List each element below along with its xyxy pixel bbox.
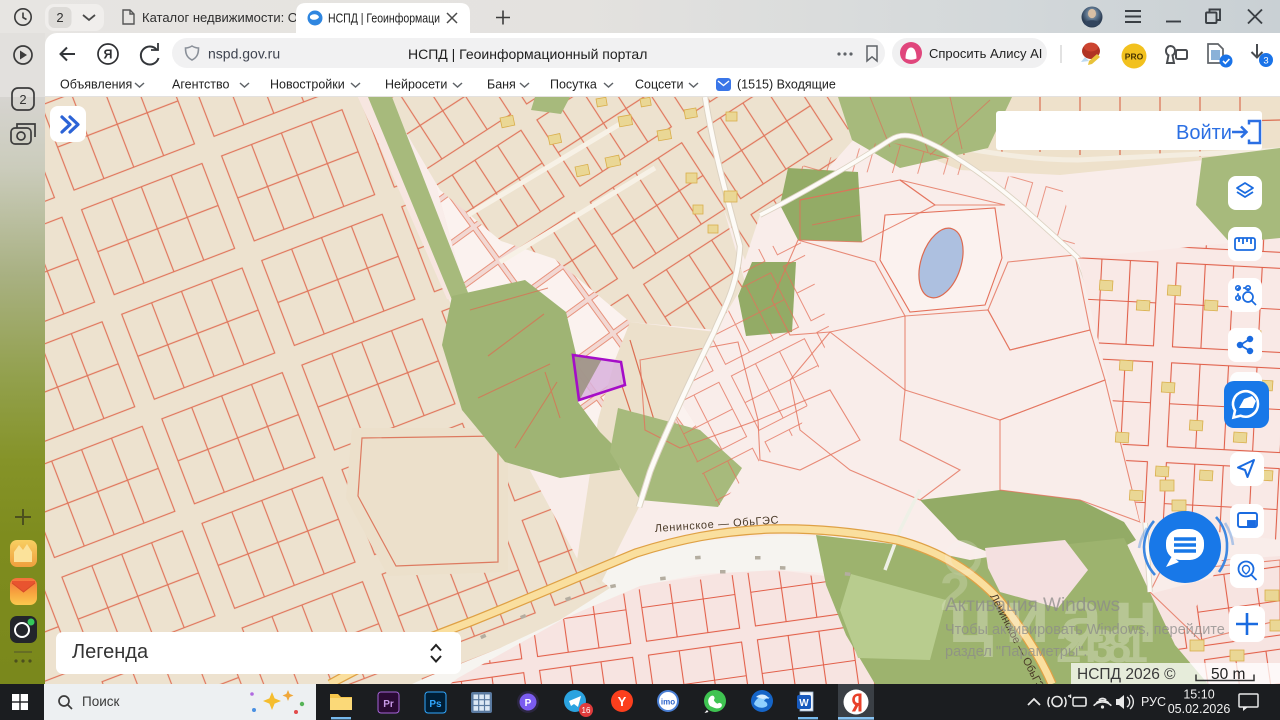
svg-text:раздел "Параметры".: раздел "Параметры". [945,644,1087,660]
svg-text:(1515) Входящие: (1515) Входящие [737,78,836,92]
svg-text:Нейросети: Нейросети [385,78,447,92]
svg-text:Объявления: Объявления [60,78,132,92]
svg-text:Чтобы активировать Windows, пе: Чтобы активировать Windows, перейдите в [945,622,1237,638]
svg-text:Pr: Pr [383,699,394,710]
svg-text:16: 16 [582,706,591,715]
svg-text:Агентство: Агентство [172,78,230,92]
svg-text:Легенда: Легенда [72,641,149,663]
svg-text:Активация Windows: Активация Windows [945,595,1120,616]
svg-text:imo: imo [661,698,675,707]
svg-text:Ps: Ps [429,699,442,710]
svg-text:W: W [799,698,809,709]
svg-text:P: P [525,698,532,709]
svg-text:Y: Y [618,694,627,709]
svg-text:Баня: Баня [487,78,516,92]
svg-text:Соцсети: Соцсети [635,78,684,92]
svg-text:РУС: РУС [1141,695,1166,709]
svg-text:НСПД 2026 ©: НСПД 2026 © [1077,666,1176,683]
svg-text:Новостройки: Новостройки [270,78,345,92]
svg-text:Войти: Войти [1176,122,1232,144]
svg-text:Посутка: Посутка [550,78,597,92]
svg-text:2: 2 [19,92,26,107]
svg-text:15:10: 15:10 [1183,688,1214,702]
svg-text:05.02.2026: 05.02.2026 [1168,702,1231,716]
